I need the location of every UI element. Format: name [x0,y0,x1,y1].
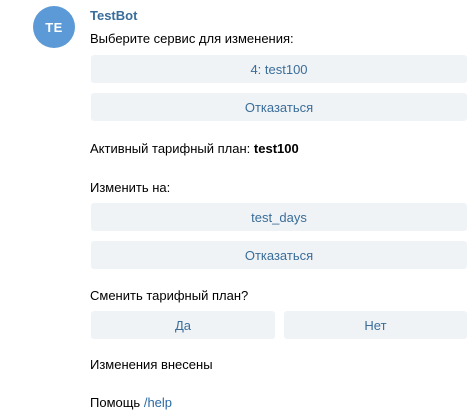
sender-name[interactable]: TestBot [90,8,137,23]
confirm-question-text: Сменить тарифный план? [90,288,249,303]
cancel-button[interactable]: Отказаться [91,93,467,121]
yes-button[interactable]: Да [91,311,275,339]
active-plan-value: test100 [253,141,299,156]
active-plan-label: Активный тарифный план: [90,141,251,156]
changes-applied-text: Изменения внесены [90,357,213,372]
help-label: Помощь [90,395,141,410]
avatar[interactable]: TE [33,6,75,48]
plan-option-button[interactable]: test_days [91,203,467,231]
select-service-text: Выберите сервис для изменения: [90,31,294,46]
help-command-link[interactable]: /help [144,395,172,410]
chat-message-group: TE TestBot Выберите сервис для изменения… [0,0,469,414]
service-button[interactable]: 4: test100 [91,55,467,83]
change-to-text: Изменить на: [90,180,171,195]
cancel-button[interactable]: Отказаться [91,241,467,269]
no-button[interactable]: Нет [284,311,467,339]
active-plan-text: Активный тарифный план: test100 [90,141,299,156]
help-text: Помощь /help [90,395,172,410]
